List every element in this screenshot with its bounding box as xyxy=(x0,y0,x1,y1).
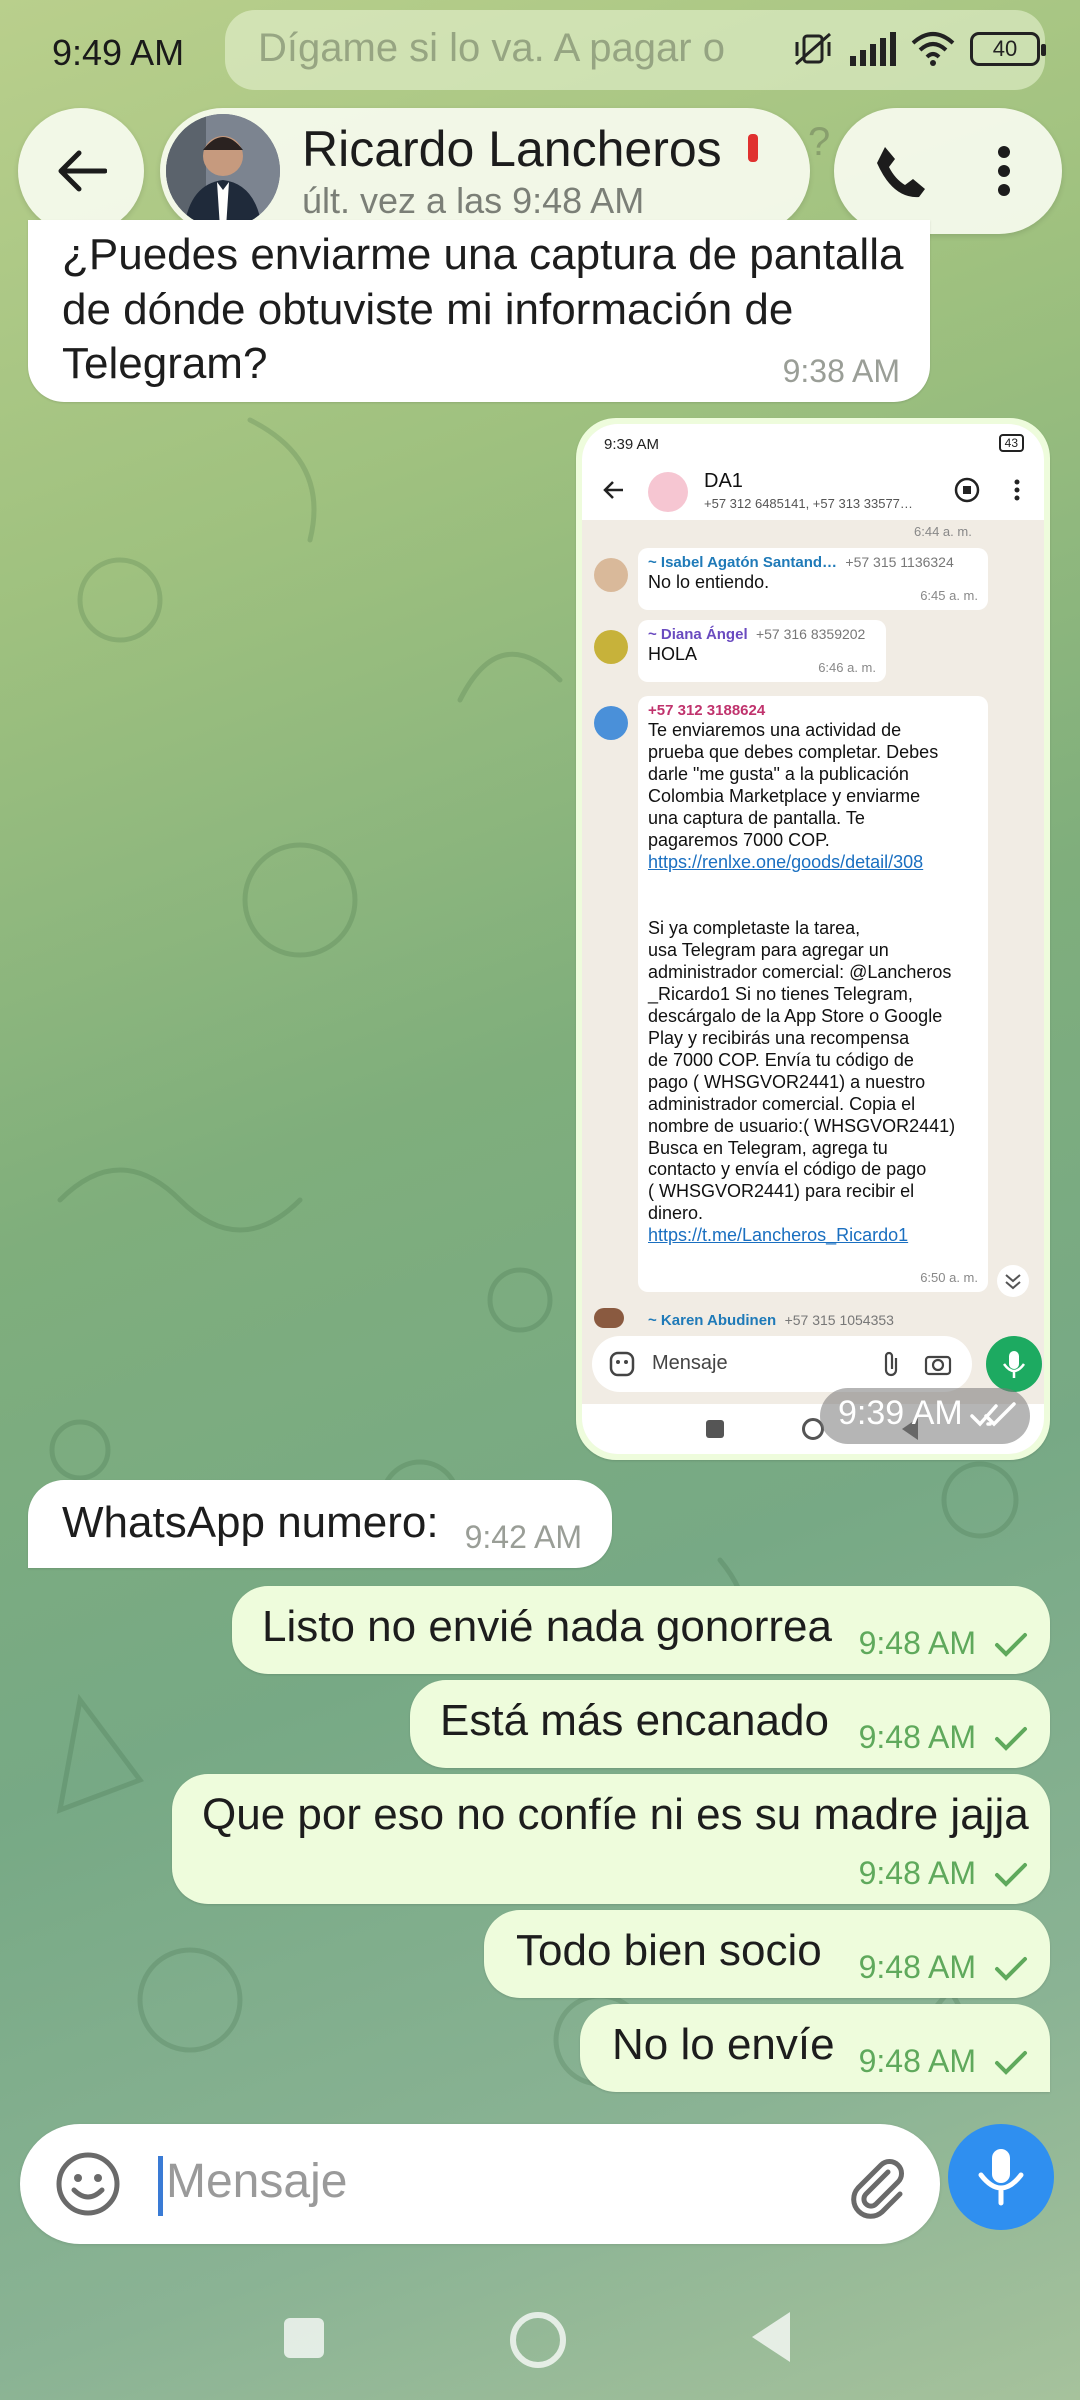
message-time: 9:42 AM xyxy=(464,1519,582,1555)
message-text: Que por eso no confíe ni es su madre jaj… xyxy=(202,1790,1029,1839)
message-time: 9:38 AM xyxy=(782,353,900,389)
group-icon xyxy=(648,472,688,512)
screenshot-status-bar: 9:39 AM 43 xyxy=(582,424,1044,460)
back-nav-button[interactable] xyxy=(752,2312,790,2362)
screenshot-message: ~ Diana Ángel +57 316 8359202 HOLA 6:46 … xyxy=(638,620,886,682)
wifi-icon xyxy=(911,32,955,66)
message-incoming[interactable]: ¿Puedes enviarme una captura de pantalla… xyxy=(28,220,930,402)
check-icon xyxy=(995,2051,1027,2075)
message-text: Todo bien socio xyxy=(516,1926,822,1975)
screenshot-message-partial: ~ Karen Abudinen +57 315 1054353 xyxy=(648,1312,894,1329)
avatar xyxy=(594,630,628,664)
more-options-button[interactable] xyxy=(974,134,1034,208)
message-time: 9:39 AM xyxy=(838,1394,963,1432)
link: https://renlxe.one/goods/detail/308 xyxy=(648,852,924,873)
avatar xyxy=(594,1308,624,1328)
message-outgoing[interactable]: No lo envíe 9:48 AM xyxy=(580,2004,1050,2092)
avatar[interactable] xyxy=(166,114,280,228)
back-button[interactable] xyxy=(18,108,144,234)
home-button[interactable] xyxy=(510,2312,566,2368)
message-outgoing[interactable]: Todo bien socio 9:48 AM xyxy=(484,1910,1050,1998)
message-incoming[interactable]: WhatsApp numero: 9:42 AM xyxy=(28,1480,612,1568)
mute-vibrate-icon xyxy=(795,32,831,66)
avatar xyxy=(594,706,628,740)
message-time: 9:48 AM xyxy=(858,1625,976,1661)
emoji-icon[interactable] xyxy=(54,2150,122,2218)
recents-button[interactable] xyxy=(284,2318,324,2358)
message-time: 9:48 AM xyxy=(858,2043,976,2079)
check-icon xyxy=(995,1957,1027,1981)
recording-indicator xyxy=(748,134,758,162)
message-time: 9:48 AM xyxy=(858,1855,976,1891)
screenshot-message-scam: +57 312 3188624 Te enviaremos una activi… xyxy=(638,696,988,1292)
camera-icon xyxy=(924,1355,952,1376)
message-outgoing[interactable]: Listo no envié nada gonorrea 9:48 AM xyxy=(232,1586,1050,1674)
message-time: 9:48 AM xyxy=(858,1719,976,1755)
message-outgoing[interactable]: Está más encanado 9:48 AM xyxy=(410,1680,1050,1768)
mic-icon xyxy=(1002,1351,1026,1378)
screenshot-group-header: DA1 +57 312 6485141, +57 313 33577… xyxy=(582,460,1044,520)
signal-icon xyxy=(850,32,896,66)
message-text: Listo no envié nada gonorrea xyxy=(262,1602,832,1651)
battery-icon: 40 xyxy=(970,32,1046,66)
call-button[interactable] xyxy=(862,134,936,208)
attach-icon[interactable] xyxy=(840,2150,910,2220)
shared-screenshot[interactable]: 9:39 AM 43 DA1 +57 312 6485141, +57 313 … xyxy=(582,424,1044,1454)
message-text: WhatsApp numero: xyxy=(62,1498,439,1547)
message-input[interactable]: Mensaje xyxy=(166,2154,347,2209)
scroll-down-icon xyxy=(997,1265,1029,1297)
back-arrow-icon xyxy=(603,481,623,499)
back-arrow-icon xyxy=(58,150,107,192)
double-check-icon xyxy=(970,1402,1016,1427)
avatar xyxy=(594,558,628,592)
kebab-menu-icon xyxy=(1014,479,1020,501)
message-outgoing[interactable]: Que por eso no confíe ni es su madre jaj… xyxy=(172,1774,1050,1904)
group-call-icon xyxy=(954,477,980,503)
contact-name: Ricardo Lancheros xyxy=(302,121,722,177)
check-icon xyxy=(995,1727,1027,1751)
kebab-menu-icon xyxy=(998,146,1010,196)
screenshot-message: ~ Isabel Agatón Santand… +57 315 1136324… xyxy=(638,548,988,610)
link: https://t.me/Lancheros_Ricardo1 xyxy=(648,1225,909,1246)
notification-preview-text: Dígame si lo va. A pagar o xyxy=(258,26,725,70)
sticker-icon xyxy=(609,1351,635,1377)
last-seen-status: últ. vez a las 9:48 AM xyxy=(302,180,645,221)
mic-icon xyxy=(978,2149,1024,2206)
screenshot-battery: 43 xyxy=(998,434,1024,452)
attach-icon xyxy=(884,1351,898,1377)
status-time: 9:49 AM xyxy=(52,32,185,73)
screenshot-mic xyxy=(986,1336,1042,1392)
system-nav-bar xyxy=(0,2290,1080,2400)
voice-record-button[interactable] xyxy=(948,2124,1054,2230)
screenshot-input: Mensaje xyxy=(592,1336,972,1392)
status-bar: Dígame si lo va. A pagar o 9:49 AM 40 xyxy=(0,0,1080,100)
header-actions xyxy=(834,108,1062,234)
image-message[interactable]: 9:39 AM 43 DA1 +57 312 6485141, +57 313 … xyxy=(576,418,1050,1460)
status-icons: 40 xyxy=(792,30,1046,68)
check-icon xyxy=(995,1633,1027,1657)
battery-level: 40 xyxy=(992,36,1018,61)
check-icon xyxy=(995,1863,1027,1887)
phone-icon xyxy=(877,147,925,198)
text-cursor xyxy=(158,2156,163,2216)
message-composer: Mensaje xyxy=(20,2124,940,2244)
message-text: No lo envíe xyxy=(612,2020,835,2069)
message-time: 9:48 AM xyxy=(858,1949,976,1985)
message-text: Está más encanado xyxy=(440,1696,829,1745)
contact-header[interactable]: Ricardo Lancheros últ. vez a las 9:48 AM xyxy=(160,108,810,234)
